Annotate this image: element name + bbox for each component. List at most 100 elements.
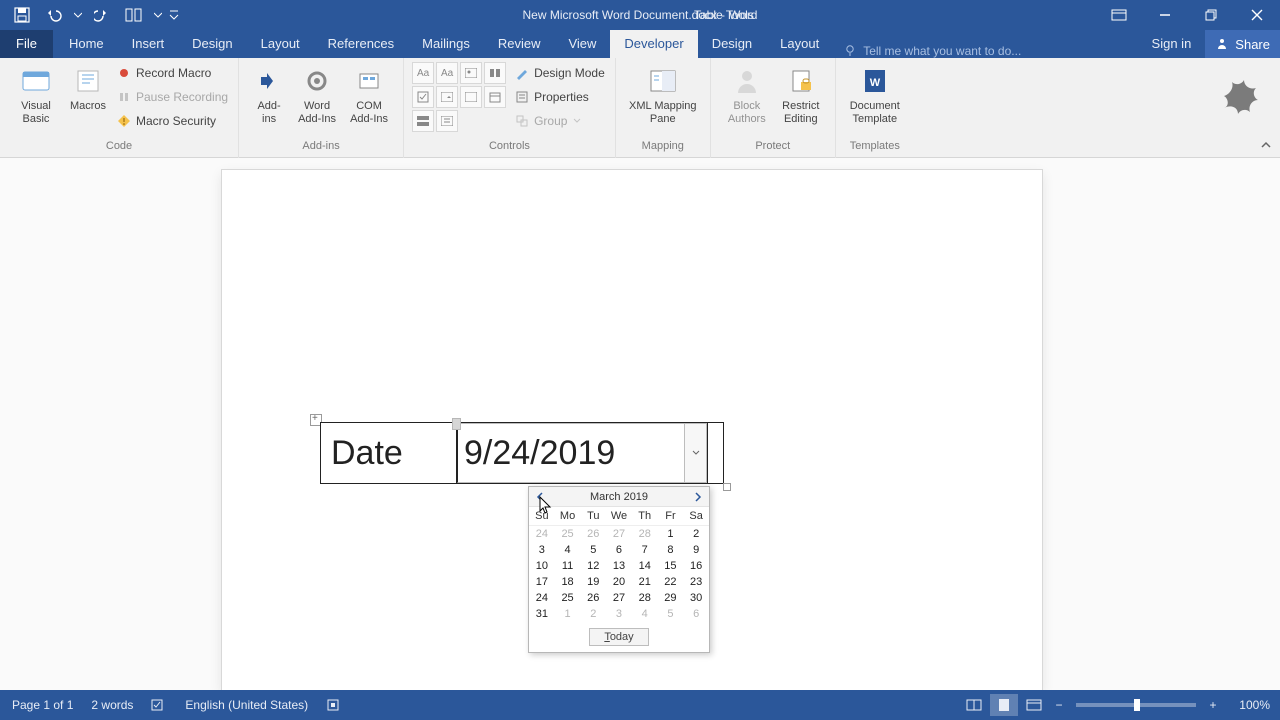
tab-layout[interactable]: Layout [247, 30, 314, 58]
table-resize-handle[interactable] [723, 483, 731, 491]
calendar-day[interactable]: 1 [555, 606, 581, 622]
calendar-day[interactable]: 25 [555, 590, 581, 606]
calendar-day[interactable]: 8 [658, 542, 684, 558]
rich-text-control-icon[interactable]: Aa [412, 62, 434, 84]
calendar-day[interactable]: 7 [632, 542, 658, 558]
calendar-day[interactable]: 3 [529, 542, 555, 558]
calendar-day[interactable]: 1 [658, 526, 684, 542]
print-layout-button[interactable] [990, 694, 1018, 716]
save-button[interactable] [6, 0, 38, 30]
calendar-day[interactable]: 24 [529, 590, 555, 606]
content-control-handle[interactable] [452, 418, 461, 430]
checkbox-control-icon[interactable] [412, 86, 434, 108]
properties-button[interactable]: Properties [512, 86, 607, 108]
legacy-tools-icon[interactable] [436, 110, 458, 132]
macro-status-icon[interactable] [326, 698, 340, 712]
redo-button[interactable] [86, 0, 118, 30]
calendar-day[interactable]: 25 [555, 526, 581, 542]
addins-button[interactable]: Add-ins [247, 62, 291, 126]
calendar-day[interactable]: 10 [529, 558, 555, 574]
tab-design[interactable]: Design [698, 30, 766, 58]
controls-gallery[interactable]: Aa Aa [412, 62, 506, 132]
calendar-day[interactable]: 13 [606, 558, 632, 574]
calendar-day[interactable]: 6 [606, 542, 632, 558]
visual-basic-button[interactable]: VisualBasic [8, 62, 64, 126]
calendar-day[interactable]: 30 [683, 590, 709, 606]
touch-mode-dropdown[interactable] [150, 0, 166, 30]
document-table[interactable]: Date 9/24/2019 [320, 422, 724, 484]
calendar-day[interactable]: 28 [632, 590, 658, 606]
restore-button[interactable] [1188, 0, 1234, 30]
spellcheck-icon[interactable] [151, 698, 167, 712]
calendar-day[interactable]: 27 [606, 590, 632, 606]
xml-mapping-button[interactable]: XML MappingPane [624, 62, 702, 126]
calendar-day[interactable]: 5 [580, 542, 606, 558]
calendar-day[interactable]: 20 [606, 574, 632, 590]
calendar-day[interactable]: 9 [683, 542, 709, 558]
calendar-day[interactable]: 2 [580, 606, 606, 622]
date-picker-control-icon[interactable] [484, 86, 506, 108]
calendar-day[interactable]: 18 [555, 574, 581, 590]
calendar-day[interactable]: 2 [683, 526, 709, 542]
calendar-day[interactable]: 28 [632, 526, 658, 542]
calendar-day[interactable]: 3 [606, 606, 632, 622]
status-words[interactable]: 2 words [91, 698, 133, 712]
restrict-editing-button[interactable]: RestrictEditing [775, 62, 827, 126]
design-mode-button[interactable]: Design Mode [512, 62, 607, 84]
dropdown-control-icon[interactable] [460, 86, 482, 108]
calendar-day[interactable]: 17 [529, 574, 555, 590]
status-page[interactable]: Page 1 of 1 [12, 698, 73, 712]
repeating-control-icon[interactable] [412, 110, 434, 132]
calendar-day[interactable]: 24 [529, 526, 555, 542]
tab-home[interactable]: Home [55, 30, 118, 58]
undo-dropdown[interactable] [70, 0, 86, 30]
calendar-day[interactable]: 22 [658, 574, 684, 590]
tab-mailings[interactable]: Mailings [408, 30, 484, 58]
tab-references[interactable]: References [314, 30, 408, 58]
calendar-next-button[interactable] [691, 490, 705, 504]
calendar-day[interactable]: 27 [606, 526, 632, 542]
read-mode-button[interactable] [960, 694, 988, 716]
close-button[interactable] [1234, 0, 1280, 30]
calendar-day[interactable]: 16 [683, 558, 709, 574]
document-template-button[interactable]: W DocumentTemplate [844, 62, 906, 126]
zoom-slider[interactable] [1076, 703, 1196, 707]
calendar-day[interactable]: 29 [658, 590, 684, 606]
minimize-button[interactable] [1142, 0, 1188, 30]
calendar-day[interactable]: 4 [555, 542, 581, 558]
tab-file[interactable]: File [0, 30, 53, 58]
document-area[interactable]: Date 9/24/2019 March 2019 SuMoTuWeThFrSa… [0, 158, 1280, 690]
calendar-day[interactable]: 19 [580, 574, 606, 590]
calendar-day[interactable]: 26 [580, 526, 606, 542]
macro-security-button[interactable]: Macro Security [114, 110, 230, 132]
record-macro-button[interactable]: Record Macro [114, 62, 230, 84]
calendar-day[interactable]: 21 [632, 574, 658, 590]
touch-mode-button[interactable] [118, 0, 150, 30]
zoom-in-button[interactable]: + [1204, 698, 1222, 712]
zoom-out-button[interactable]: − [1050, 698, 1068, 712]
block-authors-button[interactable]: BlockAuthors [719, 62, 775, 126]
calendar-day[interactable]: 5 [658, 606, 684, 622]
calendar-day[interactable]: 23 [683, 574, 709, 590]
picture-control-icon[interactable] [460, 62, 482, 84]
plain-text-control-icon[interactable]: Aa [436, 62, 458, 84]
tab-insert[interactable]: Insert [118, 30, 179, 58]
qat-customize[interactable] [166, 0, 182, 30]
tab-layout[interactable]: Layout [766, 30, 833, 58]
tell-me-search[interactable]: Tell me what you want to do... [843, 44, 1021, 58]
word-addins-button[interactable]: WordAdd-Ins [291, 62, 343, 126]
collapse-ribbon-button[interactable] [1256, 135, 1276, 155]
calendar-day[interactable]: 14 [632, 558, 658, 574]
tab-developer[interactable]: Developer [610, 30, 697, 58]
calendar-day[interactable]: 12 [580, 558, 606, 574]
calendar-day[interactable]: 4 [632, 606, 658, 622]
table-cell-empty[interactable] [707, 423, 723, 483]
sign-in-button[interactable]: Sign in [1138, 30, 1206, 58]
calendar-day[interactable]: 26 [580, 590, 606, 606]
calendar-day[interactable]: 11 [555, 558, 581, 574]
calendar-today-button[interactable]: Today [589, 628, 648, 646]
zoom-level[interactable]: 100% [1224, 698, 1270, 712]
tab-design[interactable]: Design [178, 30, 246, 58]
tab-view[interactable]: View [554, 30, 610, 58]
status-language[interactable]: English (United States) [185, 698, 308, 712]
